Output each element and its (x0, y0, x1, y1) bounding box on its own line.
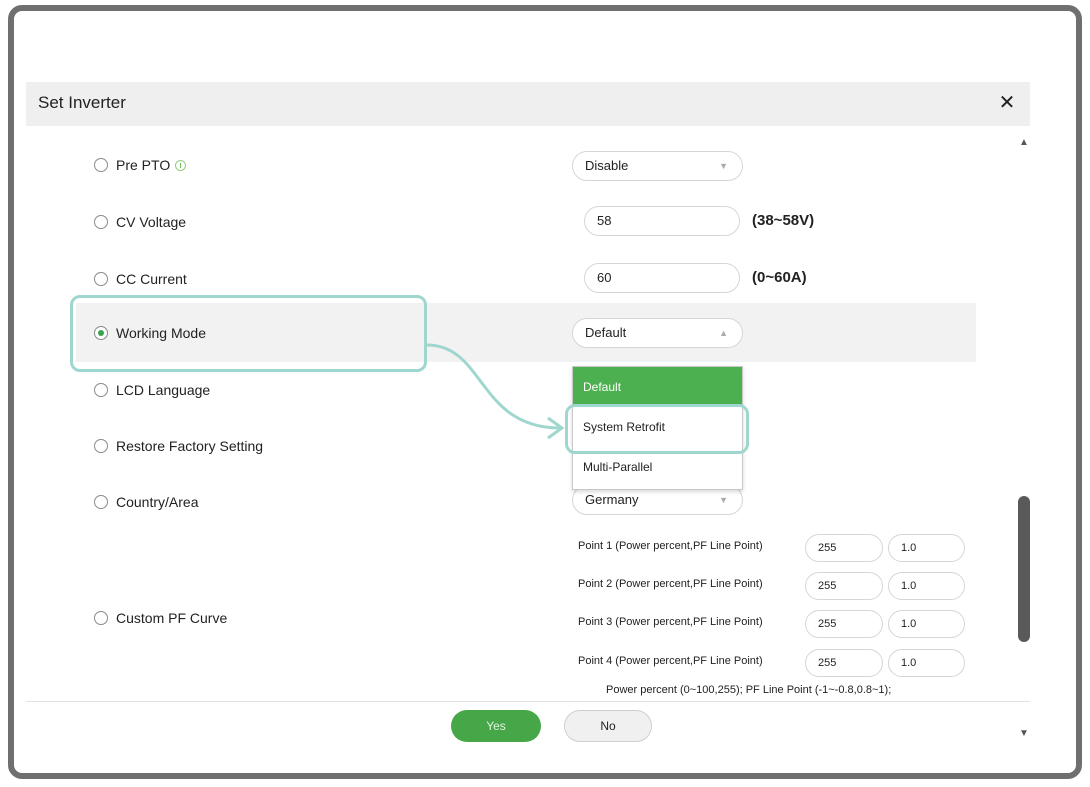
footer-divider (26, 701, 1030, 702)
no-button[interactable]: No (564, 710, 652, 742)
yes-button[interactable]: Yes (451, 710, 541, 742)
annotation-arrow-icon (426, 343, 565, 440)
